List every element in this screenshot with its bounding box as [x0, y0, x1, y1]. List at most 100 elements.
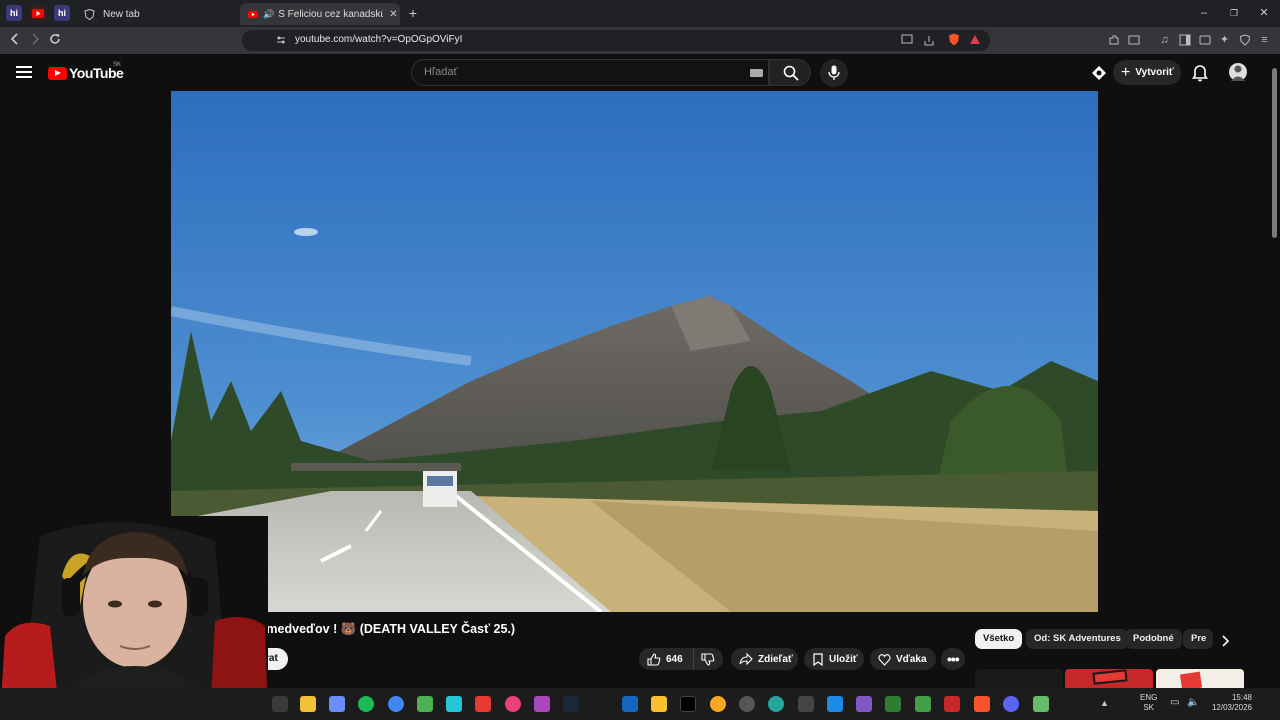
address-bar[interactable]: youtube.com/watch?v=OpOGpOViFyI	[242, 30, 990, 51]
back-button[interactable]	[6, 32, 24, 50]
restore-button[interactable]: ❐	[1226, 5, 1242, 21]
app-icon[interactable]	[710, 696, 726, 712]
video-player[interactable]	[171, 91, 1098, 612]
app-icon[interactable]	[622, 696, 638, 712]
media-icon[interactable]: ♫	[1158, 34, 1171, 47]
more-actions-button[interactable]: •••	[941, 648, 965, 670]
discord-icon[interactable]	[1003, 696, 1019, 712]
screenshot-icon[interactable]	[1127, 34, 1140, 47]
site-settings-icon[interactable]	[274, 34, 287, 47]
wallet-icon[interactable]	[1198, 34, 1211, 47]
youtube-favicon-icon	[248, 10, 258, 18]
app-icon[interactable]	[915, 696, 931, 712]
close-tab-icon[interactable]: ✕	[389, 9, 397, 20]
save-button[interactable]: Uložiť	[804, 648, 864, 670]
tab-youtube-video[interactable]: 🔊 S Feliciou cez kanadskú divoč ✕	[240, 3, 400, 25]
clock-date: 12/03/2026	[1211, 703, 1252, 712]
app-icon[interactable]	[944, 696, 960, 712]
minecraft-launcher-icon[interactable]	[1033, 696, 1049, 712]
video-title: ý medveďov ! 🐻 (DEATH VALLEY Časť 25.)	[256, 622, 516, 636]
tab-label: New tab	[103, 8, 140, 20]
forward-button[interactable]	[26, 32, 44, 50]
like-button[interactable]: 646	[639, 648, 693, 670]
pinned-tab-youtube[interactable]	[30, 5, 46, 21]
notepad-icon[interactable]	[446, 696, 462, 712]
app-icon[interactable]	[651, 696, 667, 712]
sidebar-icon[interactable]	[1178, 34, 1191, 47]
task-view-icon[interactable]	[272, 696, 288, 712]
save-label: Uložiť	[829, 653, 858, 665]
shorts-notification-icon[interactable]	[1091, 65, 1107, 86]
thanks-button[interactable]: Vďaka	[870, 648, 936, 670]
scrollbar-thumb[interactable]	[1272, 68, 1277, 238]
dislike-button[interactable]	[693, 648, 723, 670]
youtube-play-logo-icon	[48, 66, 67, 80]
bell-icon	[1191, 65, 1209, 82]
tiktok-icon[interactable]	[680, 696, 696, 712]
brave-shields-icon[interactable]	[947, 33, 960, 46]
save-bookmark-icon	[813, 652, 823, 666]
chip-related[interactable]: Podobné	[1125, 629, 1182, 649]
related-video-thumbnail[interactable]	[1065, 669, 1153, 689]
voice-search-button[interactable]	[820, 59, 848, 87]
youtube-logo[interactable]: YouTube SK	[48, 62, 124, 81]
share-icon[interactable]	[922, 34, 935, 47]
search-input[interactable]: Hľadať	[411, 59, 769, 86]
app-icon[interactable]	[827, 696, 843, 712]
chips-next-button[interactable]	[1220, 634, 1230, 652]
menu-icon[interactable]: ≡	[1258, 34, 1271, 47]
spotify-icon[interactable]	[358, 696, 374, 712]
language-indicator[interactable]: ENG SK	[1140, 693, 1157, 713]
app-icon[interactable]	[856, 696, 872, 712]
search-button[interactable]	[769, 59, 811, 86]
keyboard-icon[interactable]	[750, 69, 763, 77]
speaker-icon: 🔊	[263, 8, 275, 19]
page-scrollbar[interactable]	[1270, 54, 1280, 688]
brave-browser-icon[interactable]	[974, 696, 990, 712]
app-icon[interactable]	[475, 696, 491, 712]
app-icon[interactable]	[534, 696, 550, 712]
new-tab-button[interactable]: +	[405, 5, 421, 21]
brave-rewards-icon[interactable]	[968, 34, 981, 47]
chip-for-you[interactable]: Pre	[1183, 629, 1213, 649]
share-button[interactable]: Zdieľať	[731, 648, 798, 670]
vpn-shield-icon[interactable]	[1238, 34, 1251, 47]
leo-ai-icon[interactable]: ✦	[1218, 34, 1231, 47]
obs-icon[interactable]	[739, 696, 755, 712]
tray-expand-icon[interactable]: ▲	[1100, 698, 1109, 708]
guide-menu-icon[interactable]	[16, 66, 32, 78]
thanks-heart-dollar-icon	[878, 653, 891, 666]
extensions-icon[interactable]	[1107, 34, 1120, 47]
reload-button[interactable]	[46, 32, 64, 50]
osu-icon[interactable]	[505, 696, 521, 712]
volume-icon[interactable]: 🔈	[1187, 697, 1199, 708]
back-arrow-icon	[10, 33, 18, 45]
pinned-tab-hi-2[interactable]: hi	[54, 5, 70, 21]
app-icon[interactable]	[885, 696, 901, 712]
chip-from-channel[interactable]: Od: SK Adventures	[1026, 629, 1129, 649]
system-clock[interactable]: 15:48 12/03/2026	[1206, 693, 1252, 713]
browser-toolbar: youtube.com/watch?v=OpOGpOViFyI ♫ ✦ ≡	[0, 27, 1280, 54]
avatar[interactable]	[1229, 63, 1247, 81]
network-icon[interactable]: ▭	[1170, 697, 1179, 708]
search-placeholder: Hľadať	[424, 66, 458, 78]
tab-new-tab[interactable]: New tab	[76, 3, 236, 25]
notifications-button[interactable]	[1191, 64, 1209, 82]
app-icon[interactable]	[798, 696, 814, 712]
minecraft-icon[interactable]	[417, 696, 433, 712]
cast-icon[interactable]	[900, 34, 913, 47]
steam-icon[interactable]	[563, 696, 579, 712]
file-explorer-icon[interactable]	[300, 696, 316, 712]
related-video-thumbnail[interactable]	[975, 669, 1063, 689]
chrome-icon[interactable]	[388, 696, 404, 712]
pinned-tab-hi[interactable]: hi	[6, 5, 22, 21]
youtube-icon	[32, 8, 44, 18]
chip-all[interactable]: Všetko	[975, 629, 1023, 649]
create-button[interactable]: + Vytvoriť	[1113, 60, 1181, 85]
window-close-button[interactable]: ✕	[1256, 5, 1272, 21]
more-dots-icon: •••	[947, 651, 960, 667]
vpn-app-icon[interactable]	[329, 696, 345, 712]
minimize-button[interactable]: –	[1196, 5, 1212, 21]
app-icon[interactable]	[768, 696, 784, 712]
related-video-thumbnail[interactable]	[1156, 669, 1244, 689]
